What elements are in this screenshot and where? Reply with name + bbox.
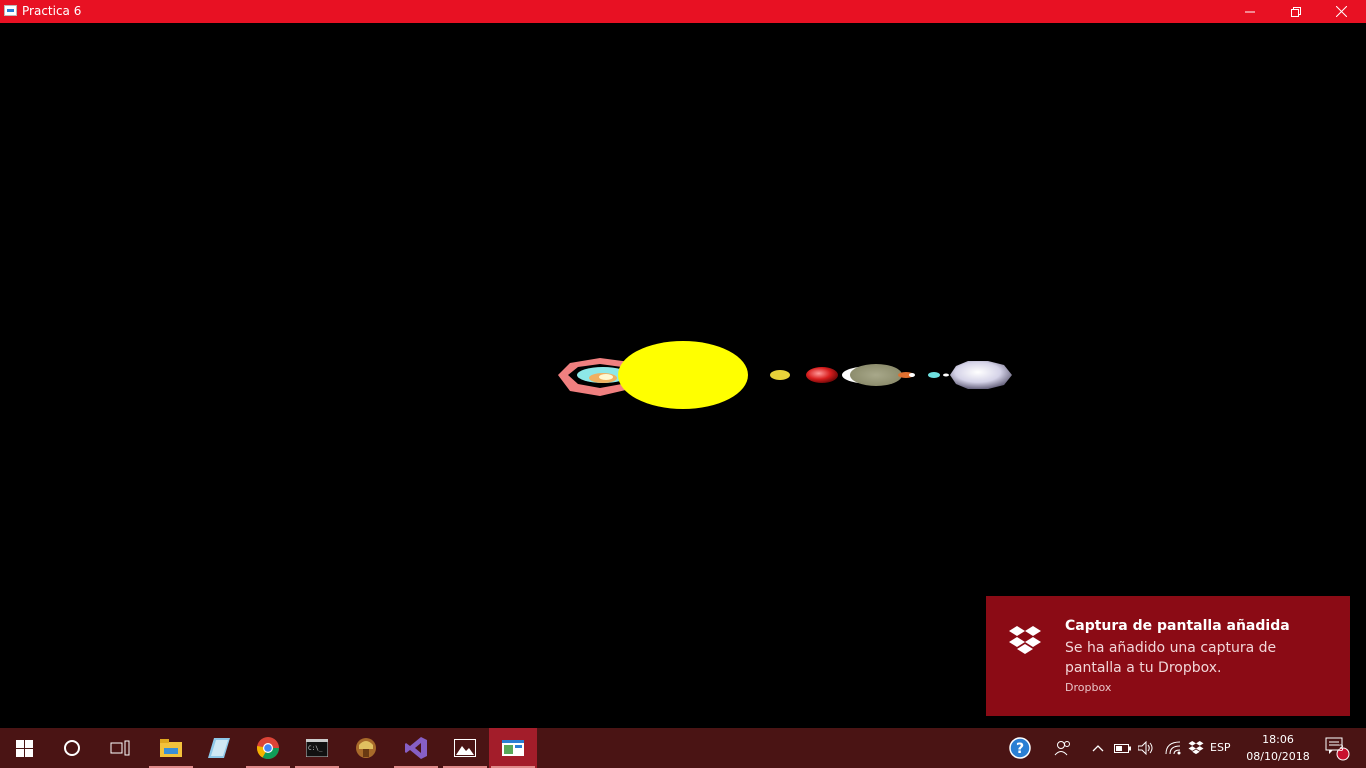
chrome-icon (257, 737, 279, 759)
svg-text:C:\_: C:\_ (308, 745, 323, 752)
volume-tray-button[interactable] (1135, 728, 1157, 768)
dropbox-icon (1008, 626, 1042, 662)
taskbar-visual-studio[interactable] (392, 728, 440, 768)
planet-neptune (950, 361, 1012, 389)
taskbar-notepad[interactable] (195, 728, 243, 768)
planet-mercury (770, 370, 790, 380)
moon-white (909, 373, 915, 377)
minimize-button[interactable] (1227, 0, 1273, 23)
notification-body: Se ha añadido una captura de pantalla a … (1065, 640, 1277, 676)
battery-tray-button[interactable] (1112, 728, 1134, 768)
planet-cyan (928, 372, 940, 378)
window-title: Practica 6 (22, 4, 82, 18)
cortana-icon (64, 740, 80, 756)
people-tray-button[interactable] (1048, 728, 1078, 768)
start-button[interactable] (0, 728, 48, 768)
action-center-button[interactable]: 3 (1318, 728, 1354, 768)
restore-button[interactable] (1273, 0, 1319, 23)
volume-icon (1138, 741, 1153, 755)
wifi-icon (1165, 741, 1181, 755)
dropbox-tray-button[interactable] (1185, 728, 1207, 768)
planet-mars (806, 367, 838, 383)
restore-icon (1291, 6, 1301, 17)
dropbox-tray-icon (1188, 740, 1204, 754)
planet-white (599, 374, 613, 380)
cortana-button[interactable] (48, 728, 96, 768)
notification-count-badge: 3 (1338, 744, 1344, 754)
help-tray-button[interactable]: ? (1004, 728, 1036, 768)
clock[interactable]: 18:06 08/10/2018 (1240, 728, 1316, 768)
start-icon (15, 739, 33, 757)
dropbox-notification[interactable]: Captura de pantalla añadida Se ha añadid… (986, 596, 1350, 716)
taskbar-file-explorer[interactable] (147, 728, 195, 768)
file-explorer-icon (160, 739, 182, 757)
app-icon (4, 5, 17, 16)
battery-icon (1114, 744, 1131, 753)
chevron-up-icon (1092, 745, 1104, 752)
svg-text:?: ? (1016, 741, 1024, 757)
show-hidden-icons-button[interactable] (1088, 728, 1108, 768)
taskbar-chrome[interactable] (244, 728, 292, 768)
window-titlebar[interactable]: Practica 6 (0, 0, 1366, 23)
help-icon: ? (1009, 737, 1031, 759)
task-view-icon (110, 740, 130, 756)
photos-icon (454, 739, 476, 757)
notification-source: Dropbox (1065, 681, 1112, 694)
taskbar-game[interactable] (342, 728, 390, 768)
taskbar-photos[interactable] (441, 728, 489, 768)
people-icon (1054, 741, 1070, 756)
clock-time: 18:06 (1262, 733, 1294, 746)
opengl-app-icon (502, 740, 524, 756)
task-view-button[interactable] (96, 728, 144, 768)
visual-studio-icon (405, 737, 427, 759)
sun (618, 341, 748, 409)
taskbar-terminal[interactable]: C:\_ (293, 728, 341, 768)
minimize-icon (1245, 11, 1255, 12)
taskbar: C:\_ ? ESP 18:06 08/10/2018 3 (0, 728, 1366, 768)
notification-title: Captura de pantalla añadida (1065, 618, 1290, 634)
notepad-icon (208, 738, 230, 758)
close-icon (1335, 6, 1347, 17)
wifi-tray-button[interactable] (1162, 728, 1184, 768)
clock-date: 08/10/2018 (1246, 750, 1310, 763)
close-button[interactable] (1318, 0, 1364, 23)
planet-olive (850, 364, 902, 386)
moon-tiny (943, 373, 949, 377)
input-language[interactable]: ESP (1210, 741, 1231, 754)
terminal-icon: C:\_ (306, 739, 328, 757)
taskbar-opengl-app[interactable] (489, 728, 537, 768)
game-icon (356, 738, 376, 758)
